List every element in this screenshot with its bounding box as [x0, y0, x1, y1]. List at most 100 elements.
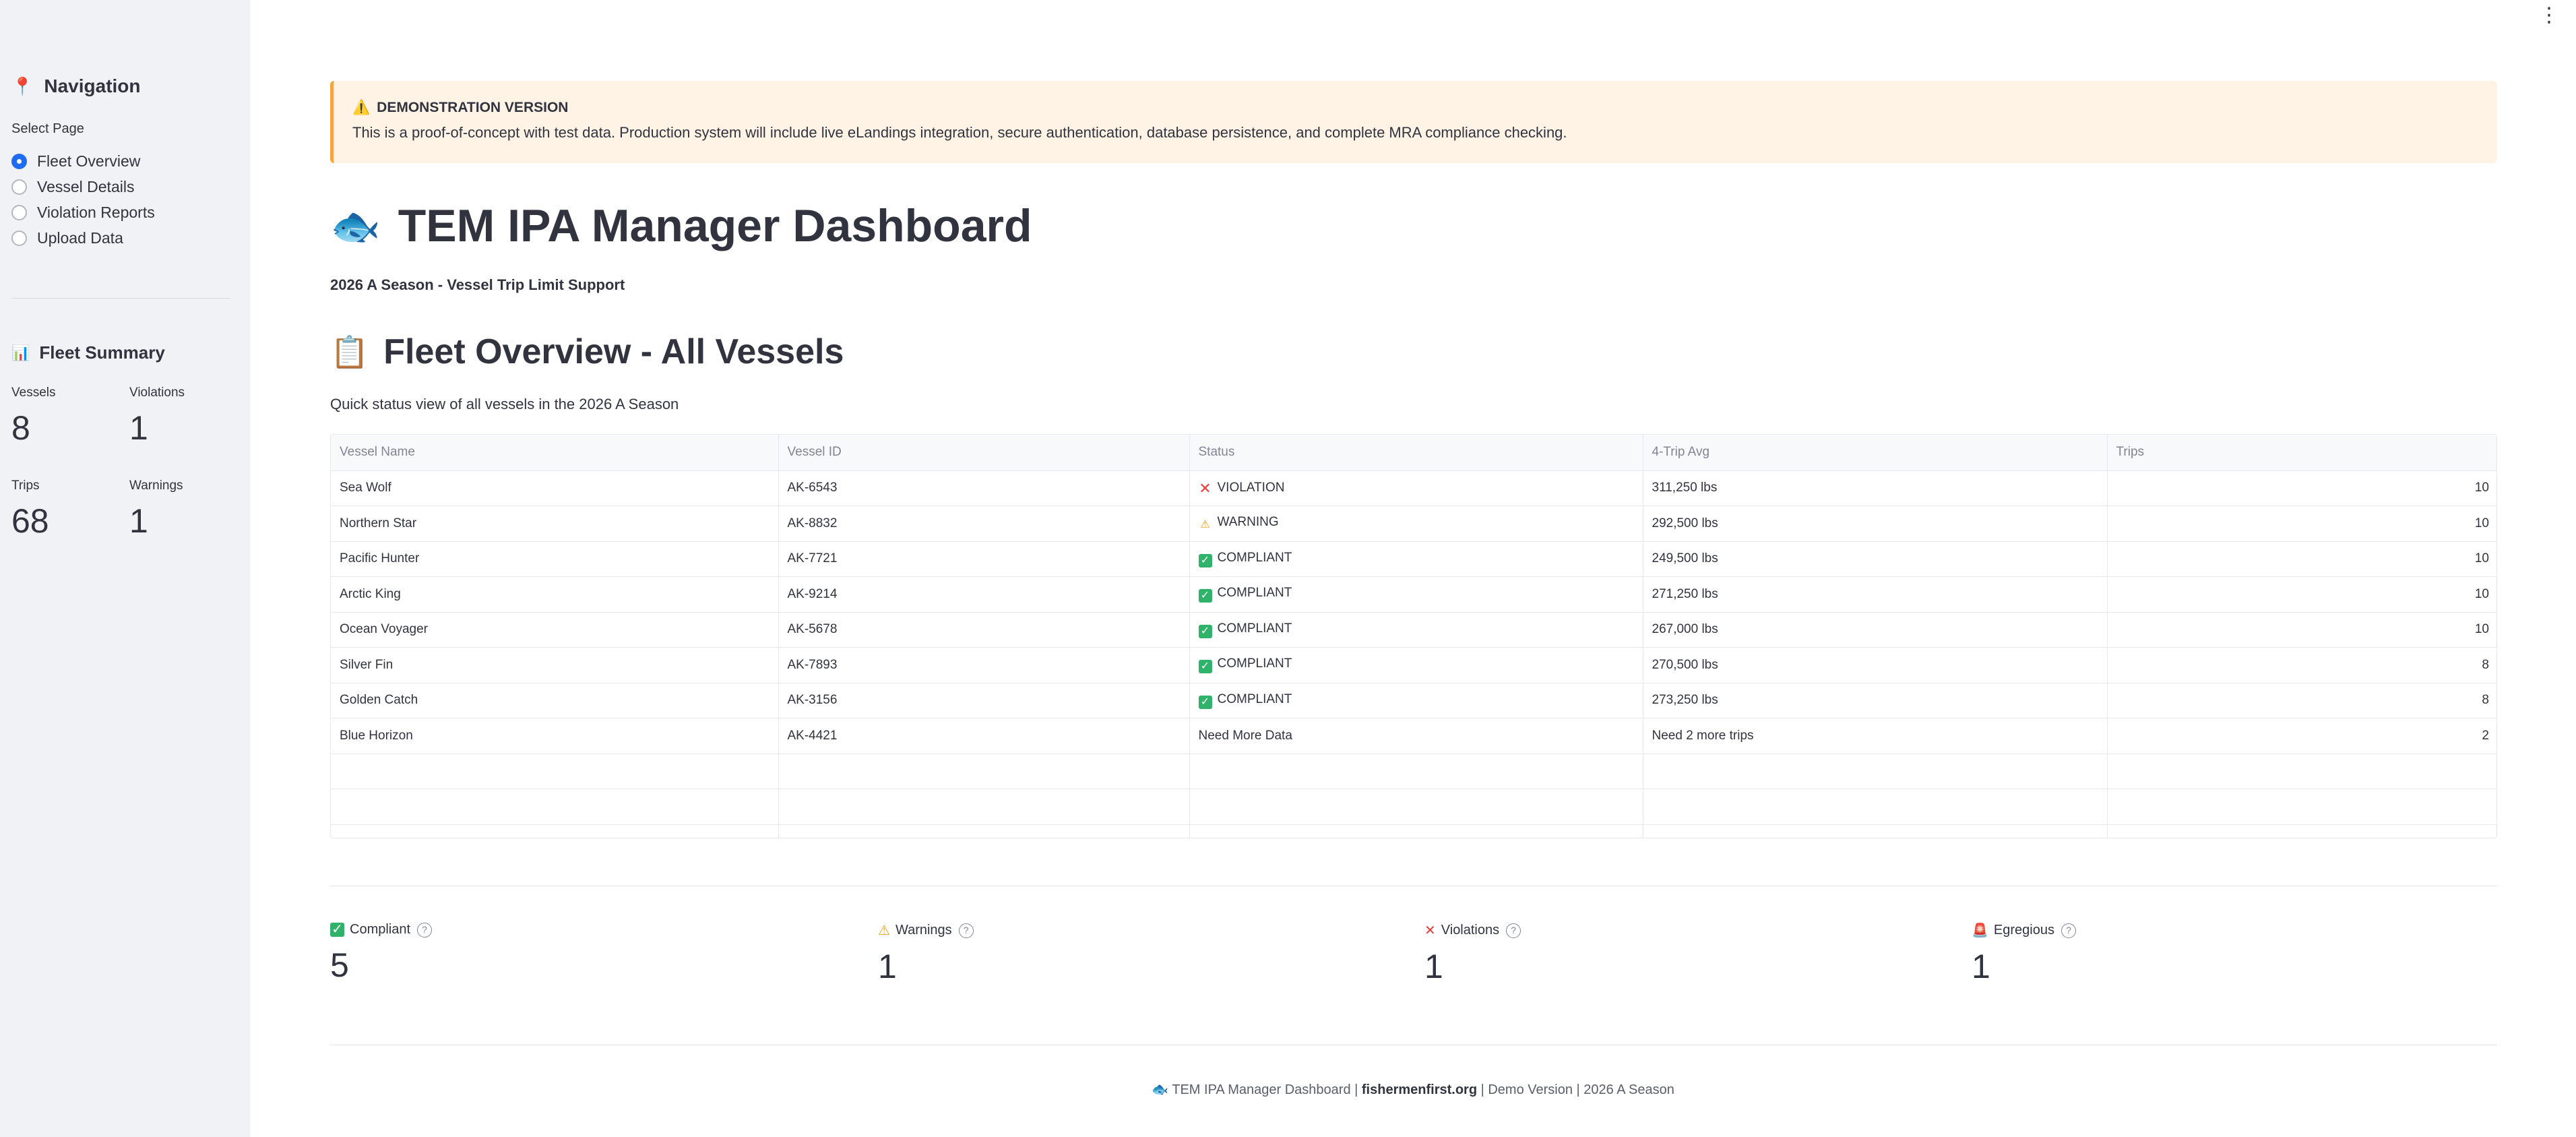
main-menu-icon[interactable]: ⋮: [2539, 5, 2559, 26]
radio-label[interactable]: Fleet Overview: [37, 152, 140, 171]
radio-label[interactable]: Upload Data: [37, 229, 123, 247]
empty-cell[interactable]: [778, 824, 1190, 838]
column-header-vessel-name[interactable]: Vessel Name: [331, 435, 779, 471]
empty-cell[interactable]: [331, 754, 779, 789]
cell-trips[interactable]: 10: [2107, 576, 2496, 613]
empty-cell[interactable]: [2107, 754, 2496, 789]
empty-cell[interactable]: [1189, 824, 1643, 838]
empty-cell[interactable]: [778, 754, 1190, 789]
radio-violation-reports[interactable]: Violation Reports: [11, 199, 155, 225]
cell-vessel-id[interactable]: AK-7721: [778, 541, 1190, 577]
radio-upload-data[interactable]: Upload Data: [11, 225, 155, 251]
cell-vessel-name[interactable]: Pacific Hunter: [331, 541, 779, 577]
cell-status[interactable]: ✓ COMPLIANT: [1189, 683, 1643, 718]
cell-vessel-name[interactable]: Silver Fin: [331, 647, 779, 683]
table-row[interactable]: Arctic King AK-9214 ✓ COMPLIANT 271,250 l…: [331, 576, 2496, 613]
cell-vessel-id[interactable]: AK-3156: [778, 683, 1190, 718]
table-row-empty[interactable]: [331, 824, 2496, 838]
empty-cell[interactable]: [1643, 824, 2108, 838]
cell-trips[interactable]: 8: [2107, 647, 2496, 683]
cell-4-trip-avg[interactable]: 267,000 lbs: [1643, 612, 2108, 648]
metric-label-row: ✕ Violations ?: [1424, 922, 1521, 939]
cell-vessel-name[interactable]: Arctic King: [331, 576, 779, 613]
table-row[interactable]: Sea Wolf AK-6543 ✕ VIOLATION 311,250 lbs …: [331, 470, 2496, 506]
cell-vessel-name[interactable]: Golden Catch: [331, 683, 779, 718]
table-row[interactable]: Blue Horizon AK-4421 Need More Data Need…: [331, 718, 2496, 754]
table-row[interactable]: Silver Fin AK-7893 ✓ COMPLIANT 270,500 lb…: [331, 647, 2496, 683]
footer-suffix: | Demo Version | 2026 A Season: [1480, 1082, 1674, 1097]
navigation-heading-label: Navigation: [44, 75, 141, 96]
help-icon[interactable]: ?: [417, 922, 433, 938]
footer-link[interactable]: fishermenfirst.org: [1362, 1082, 1477, 1097]
cell-4-trip-avg[interactable]: 292,500 lbs: [1643, 505, 2108, 542]
cell-vessel-name[interactable]: Sea Wolf: [331, 470, 779, 506]
cell-status[interactable]: ✓ COMPLIANT: [1189, 612, 1643, 648]
empty-cell[interactable]: [1643, 789, 2108, 825]
metric-compliant: ✓ Compliant ? 5: [330, 922, 433, 985]
cell-status[interactable]: ✓ COMPLIANT: [1189, 576, 1643, 613]
cell-trips[interactable]: 2: [2107, 718, 2496, 754]
siren-icon: 🚨: [1972, 923, 1988, 938]
cell-4-trip-avg[interactable]: 311,250 lbs: [1643, 470, 2108, 506]
cell-trips[interactable]: 10: [2107, 541, 2496, 577]
metric-label: Trips: [11, 479, 40, 493]
empty-cell[interactable]: [1189, 754, 1643, 789]
cell-status[interactable]: ✓ COMPLIANT: [1189, 541, 1643, 577]
empty-cell[interactable]: [331, 789, 779, 825]
cell-4-trip-avg[interactable]: Need 2 more trips: [1643, 718, 2108, 754]
cell-vessel-name[interactable]: Blue Horizon: [331, 718, 779, 754]
cell-vessel-id[interactable]: AK-5678: [778, 612, 1190, 648]
radio-label[interactable]: Violation Reports: [37, 204, 155, 222]
empty-cell[interactable]: [331, 824, 779, 838]
radio-fleet-overview[interactable]: Fleet Overview: [11, 148, 155, 174]
sidebar-metric-vessels: Vessels 8: [11, 386, 55, 448]
radio-button-checked[interactable]: [11, 153, 27, 169]
cell-trips[interactable]: 10: [2107, 505, 2496, 542]
cell-vessel-id[interactable]: AK-7893: [778, 647, 1190, 683]
cell-vessel-id[interactable]: AK-9214: [778, 576, 1190, 613]
cell-trips[interactable]: 10: [2107, 612, 2496, 648]
radio-button[interactable]: [11, 179, 27, 195]
check-icon: ✓: [330, 923, 344, 937]
help-icon[interactable]: ?: [1506, 923, 1521, 938]
radio-label[interactable]: Vessel Details: [37, 178, 134, 196]
cell-4-trip-avg[interactable]: 249,500 lbs: [1643, 541, 2108, 577]
radio-vessel-details[interactable]: Vessel Details: [11, 174, 155, 199]
cell-trips[interactable]: 8: [2107, 683, 2496, 718]
table-row-empty[interactable]: [331, 754, 2496, 789]
cell-vessel-id[interactable]: AK-6543: [778, 470, 1190, 506]
table-row-empty[interactable]: [331, 789, 2496, 825]
cell-vessel-name[interactable]: Northern Star: [331, 505, 779, 542]
empty-cell[interactable]: [2107, 824, 2496, 838]
clipboard-icon: 📋: [330, 334, 369, 369]
cell-vessel-id[interactable]: AK-8832: [778, 505, 1190, 542]
empty-cell[interactable]: [1643, 754, 2108, 789]
table-row[interactable]: Golden Catch AK-3156 ✓ COMPLIANT 273,250 …: [331, 683, 2496, 718]
cell-4-trip-avg[interactable]: 271,250 lbs: [1643, 576, 2108, 613]
empty-cell[interactable]: [778, 789, 1190, 825]
cell-status[interactable]: ✓ COMPLIANT: [1189, 647, 1643, 683]
radio-button[interactable]: [11, 230, 27, 246]
table-row[interactable]: Ocean Voyager AK-5678 ✓ COMPLIANT 267,000…: [331, 612, 2496, 648]
cell-status[interactable]: ⚠ WARNING: [1189, 505, 1643, 542]
cell-status[interactable]: Need More Data: [1189, 718, 1643, 754]
cell-4-trip-avg[interactable]: 270,500 lbs: [1643, 647, 2108, 683]
cell-trips[interactable]: 10: [2107, 470, 2496, 506]
column-header-vessel-id[interactable]: Vessel ID: [778, 435, 1190, 471]
cell-4-trip-avg[interactable]: 273,250 lbs: [1643, 683, 2108, 718]
radio-button[interactable]: [11, 204, 27, 220]
column-header-4-trip-avg[interactable]: 4-Trip Avg: [1643, 435, 2108, 471]
column-header-status[interactable]: Status: [1189, 435, 1643, 471]
table-row[interactable]: Pacific Hunter AK-7721 ✓ COMPLIANT 249,50…: [331, 541, 2496, 577]
cell-vessel-name[interactable]: Ocean Voyager: [331, 612, 779, 648]
column-header-trips[interactable]: Trips: [2107, 435, 2496, 471]
fleet-table[interactable]: Vessel Name Vessel ID Status 4-Trip Avg …: [330, 434, 2497, 838]
cell-status[interactable]: ✕ VIOLATION: [1189, 470, 1643, 506]
empty-cell[interactable]: [2107, 789, 2496, 825]
table-row[interactable]: Northern Star AK-8832 ⚠ WARNING 292,500 l…: [331, 505, 2496, 542]
cell-vessel-id[interactable]: AK-4421: [778, 718, 1190, 754]
help-icon[interactable]: ?: [2061, 923, 2076, 938]
empty-cell[interactable]: [1189, 789, 1643, 825]
help-icon[interactable]: ?: [958, 923, 974, 938]
metric-label-row: ✓ Compliant ?: [330, 922, 433, 938]
